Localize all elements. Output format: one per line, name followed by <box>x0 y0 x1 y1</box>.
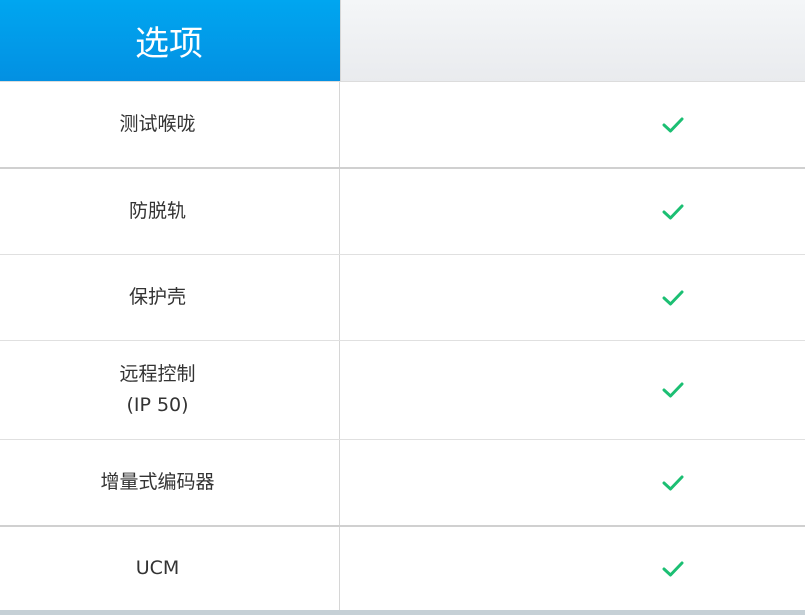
row-value-cell <box>340 341 805 439</box>
options-header-cell: 选项 <box>0 0 340 81</box>
table-header: 选项 <box>0 0 805 82</box>
check-icon <box>662 117 683 132</box>
row-label-cell: 保护壳 <box>0 255 340 340</box>
table-row: 防脱轨 <box>0 167 805 254</box>
row-value-cell <box>340 82 805 167</box>
options-table: 选项 测试喉咙 防脱轨 保护壳 远程控制 (IP 50) 增量式编码器 UCM <box>0 0 805 615</box>
check-icon <box>662 290 683 305</box>
row-label-cell: 测试喉咙 <box>0 82 340 167</box>
row-label-cell: 远程控制 (IP 50) <box>0 341 340 439</box>
table-body: 测试喉咙 防脱轨 保护壳 远程控制 (IP 50) 增量式编码器 UCM <box>0 82 805 610</box>
check-icon <box>662 204 683 219</box>
table-row: UCM <box>0 525 805 610</box>
options-title: 选项 <box>135 24 203 64</box>
row-value-cell <box>340 440 805 525</box>
row-value-cell <box>340 255 805 340</box>
table-row: 保护壳 <box>0 254 805 340</box>
row-label: 增量式编码器 <box>100 471 215 493</box>
row-value-cell <box>340 169 805 254</box>
row-label-cell: 防脱轨 <box>0 169 340 254</box>
row-label: 远程控制 <box>119 363 196 385</box>
row-label: UCM <box>135 557 180 579</box>
row-label: 防脱轨 <box>128 200 186 222</box>
table-footer-bar <box>0 610 805 615</box>
row-label-cell: UCM <box>0 527 340 610</box>
row-label-cell: 增量式编码器 <box>0 440 340 525</box>
table-row: 远程控制 (IP 50) <box>0 340 805 439</box>
check-icon <box>662 561 683 576</box>
check-icon <box>662 475 683 490</box>
row-label: 测试喉咙 <box>119 113 196 135</box>
row-value-cell <box>340 527 805 610</box>
table-row: 测试喉咙 <box>0 82 805 167</box>
row-sublabel: (IP 50) <box>126 394 189 416</box>
header-empty-cell <box>340 0 805 81</box>
row-label: 保护壳 <box>128 286 186 308</box>
check-icon <box>662 382 683 398</box>
table-row: 增量式编码器 <box>0 439 805 525</box>
